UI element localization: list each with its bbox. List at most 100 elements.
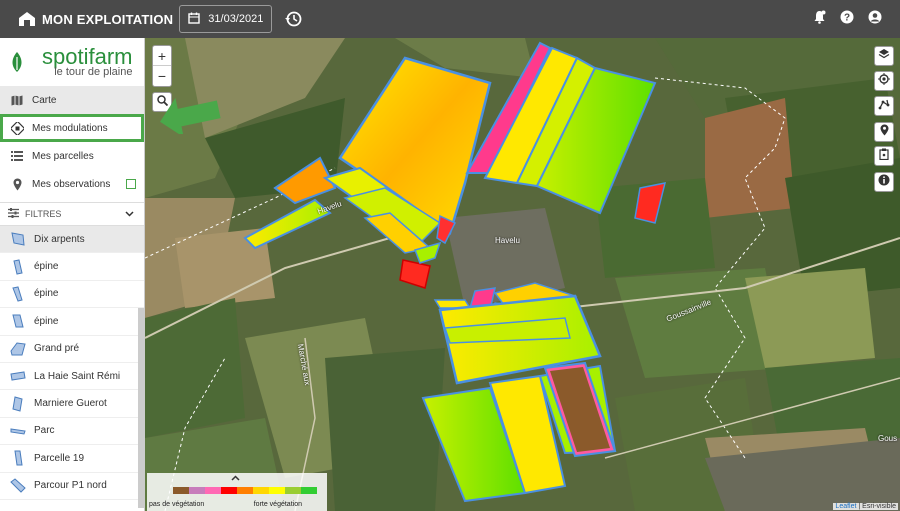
parcel-shape-icon xyxy=(12,314,24,328)
clipboard-button[interactable] xyxy=(874,146,894,166)
legend-swatch xyxy=(189,487,205,494)
parcel-name: Marniere Guerot xyxy=(34,398,107,410)
user-icon[interactable] xyxy=(868,10,882,24)
legend-color-bar xyxy=(173,487,317,494)
parcel-shape-icon xyxy=(13,258,23,275)
add-marker-button[interactable] xyxy=(874,122,894,142)
arrow-annotation-icon xyxy=(160,98,221,134)
help-icon[interactable]: ? xyxy=(840,10,854,24)
polyline-icon xyxy=(878,97,890,115)
map-label-road: Gous xyxy=(878,434,898,443)
parcel-shape-icon xyxy=(11,232,25,246)
page-title: MON EXPLOITATION xyxy=(42,11,174,27)
parcel-name: Parc xyxy=(34,425,55,437)
nav-label: Mes modulations xyxy=(32,122,108,134)
parcel-shape-icon xyxy=(14,450,23,466)
parcel-name: Parcour P1 nord xyxy=(34,480,107,492)
parcel-shape-icon xyxy=(10,478,26,493)
observations-checkbox[interactable] xyxy=(126,179,136,189)
legend-swatch xyxy=(285,487,301,494)
filter-icon xyxy=(8,208,19,220)
list-item[interactable]: La Haie Saint Rémi xyxy=(0,363,144,391)
nav-label: Mes observations xyxy=(32,178,111,190)
locate-button[interactable] xyxy=(874,71,894,91)
calendar-icon xyxy=(188,12,200,27)
parcel-name: Grand pré xyxy=(34,343,80,355)
pin-icon xyxy=(10,177,24,191)
farm-icon xyxy=(18,10,36,28)
satellite-map xyxy=(145,38,900,511)
filters-header[interactable]: FILTRES xyxy=(0,202,144,226)
sidebar: spotifarm le tour de plaine Carte Mes mo… xyxy=(0,38,145,511)
date-value: 31/03/2021 xyxy=(208,13,264,25)
legend-high-label: forte végétation xyxy=(253,501,302,508)
legend-swatch xyxy=(205,487,221,494)
list-item[interactable]: Marniere Guerot xyxy=(0,390,144,418)
parcel-shape-icon xyxy=(12,395,23,412)
top-bar: MON EXPLOITATION 31/03/2021 ? xyxy=(0,0,900,38)
filters-label: FILTRES xyxy=(25,209,62,219)
info-icon xyxy=(878,173,890,191)
map-icon xyxy=(10,93,24,107)
parcel-name: épine xyxy=(34,315,59,327)
nav-item-carte[interactable]: Carte xyxy=(0,86,144,114)
clipboard-icon xyxy=(879,147,889,165)
history-icon[interactable] xyxy=(284,10,302,28)
parcel-name: La Haie Saint Rémi xyxy=(34,370,121,382)
map-marker-icon xyxy=(880,123,889,141)
leaflet-link[interactable]: Leaflet xyxy=(835,503,856,510)
zoom-control: + − xyxy=(152,45,172,87)
zoom-out-button[interactable]: − xyxy=(153,66,171,86)
date-picker-button[interactable]: 31/03/2021 xyxy=(179,5,273,33)
list-item[interactable]: épine xyxy=(0,253,144,281)
nav-item-modulations[interactable]: Mes modulations xyxy=(0,114,144,142)
vegetation-legend: pas de végétation forte végétation xyxy=(147,473,327,511)
parcel-shape-icon xyxy=(12,286,23,302)
legend-swatch xyxy=(269,487,285,494)
map-attribution: Leaflet | Esri-visible xyxy=(833,503,898,510)
legend-swatch xyxy=(253,487,269,494)
svg-text:?: ? xyxy=(844,13,850,24)
modulation-icon xyxy=(10,121,24,135)
notification-icon[interactable] xyxy=(812,10,826,24)
sidebar-scrollbar[interactable] xyxy=(138,308,144,508)
logo[interactable]: spotifarm le tour de plaine xyxy=(0,38,144,86)
layers-icon xyxy=(878,47,890,65)
nav-label: Carte xyxy=(32,94,57,106)
list-item[interactable]: épine xyxy=(0,281,144,309)
measure-button[interactable] xyxy=(874,96,894,116)
list-item[interactable]: épine xyxy=(0,308,144,336)
brand-tagline: le tour de plaine xyxy=(54,66,133,78)
layers-button[interactable] xyxy=(874,46,894,66)
list-item[interactable]: Grand pré xyxy=(0,336,144,363)
parcel-shape-icon xyxy=(10,342,26,356)
parcel-name: Parcelle 19 xyxy=(34,452,85,464)
brand-name: spotifarm xyxy=(42,44,133,69)
list-item[interactable]: Parcelle 19 xyxy=(0,445,144,473)
parcel-shape-icon xyxy=(10,371,26,381)
parcel-shape-icon xyxy=(10,428,26,435)
legend-swatch xyxy=(173,487,189,494)
list-item[interactable]: Parc xyxy=(0,418,144,446)
legend-swatch xyxy=(301,487,317,494)
legend-low-label: pas de végétation xyxy=(149,501,205,508)
leaf-icon xyxy=(10,51,24,73)
zoom-in-button[interactable]: + xyxy=(153,46,171,66)
map-view[interactable]: Havelu Havelu Goussainville Gous Marché … xyxy=(145,38,900,511)
parcel-name: épine xyxy=(34,288,59,300)
parcel-list: Dix arpents épine épine épine Grand pré … xyxy=(0,226,144,500)
list-item[interactable]: Parcour P1 nord xyxy=(0,473,144,500)
list-item[interactable]: Dix arpents xyxy=(0,226,144,254)
legend-swatch xyxy=(221,487,237,494)
attribution-text: | Esri-visible xyxy=(856,503,896,510)
legend-swatch xyxy=(237,487,253,494)
map-label-village: Havelu xyxy=(495,236,520,245)
nav-item-observations[interactable]: Mes observations xyxy=(0,170,144,198)
parcel-name: épine xyxy=(34,261,59,273)
info-button[interactable] xyxy=(874,172,894,192)
chevron-down-icon xyxy=(125,209,134,219)
chevron-up-icon[interactable] xyxy=(231,474,240,483)
crosshair-icon xyxy=(878,72,890,90)
parcel-name: Dix arpents xyxy=(34,233,85,245)
nav-item-parcelles[interactable]: Mes parcelles xyxy=(0,142,144,170)
